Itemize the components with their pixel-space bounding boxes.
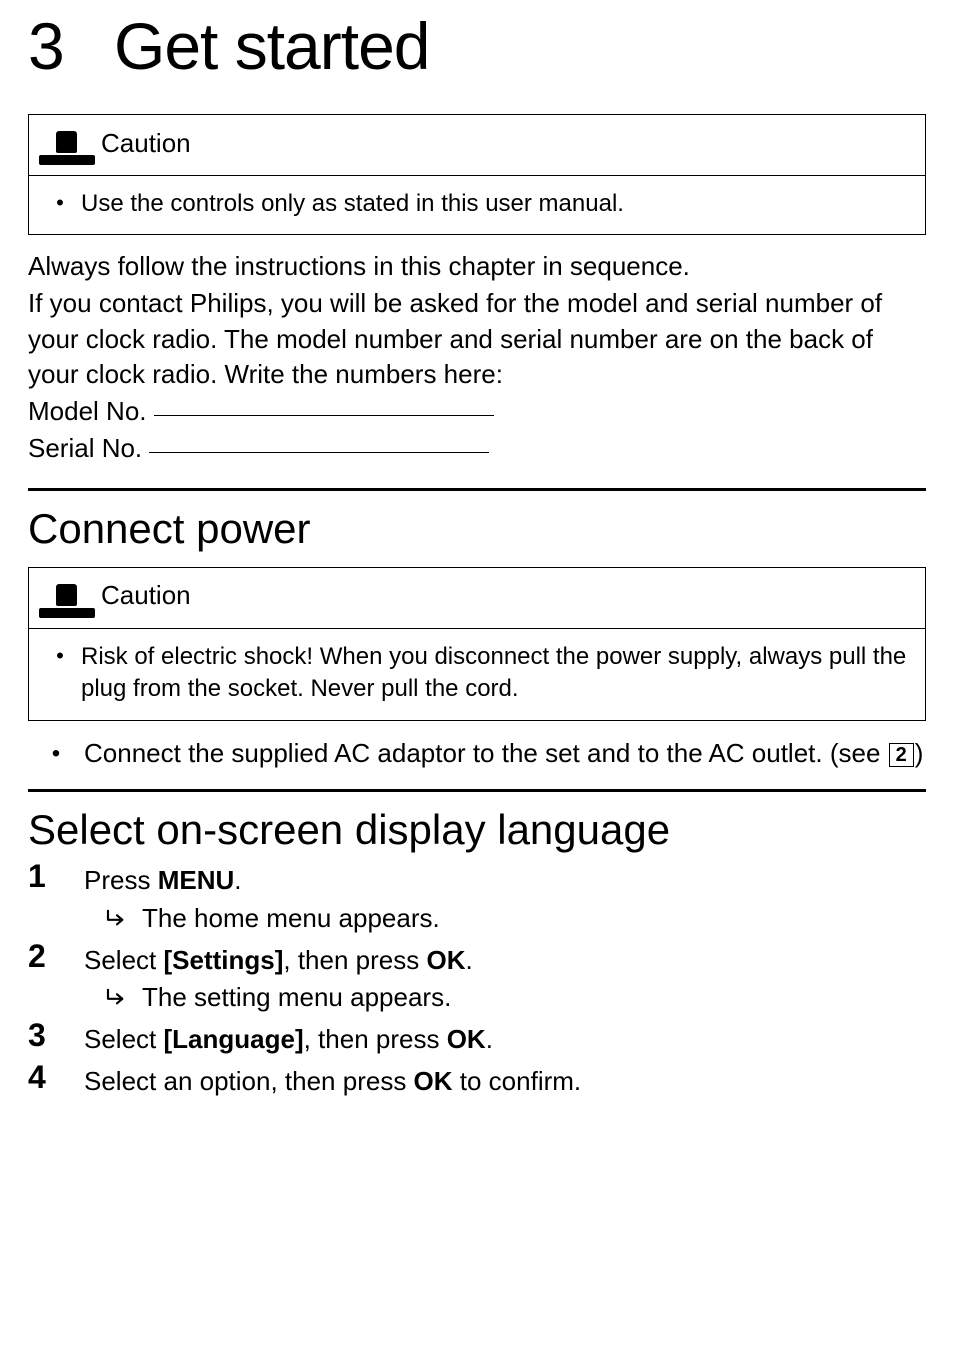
step-number: 1 [28, 858, 84, 895]
step-list: • Connect the supplied AC adaptor to the… [28, 735, 926, 771]
intro-paragraph: Always follow the instructions in this c… [28, 249, 926, 284]
caution-header: Caution [29, 115, 925, 176]
chapter-heading: 3Get started [28, 8, 926, 84]
step-content: Select [Language], then press OK. [84, 1017, 926, 1059]
intro-paragraph: If you contact Philips, you will be aske… [28, 286, 926, 391]
section-heading-connect-power: Connect power [28, 505, 926, 553]
step-item: 4 Select an option, then press OK to con… [28, 1059, 926, 1101]
step-content: Select an option, then press OK to confi… [84, 1059, 926, 1101]
numbered-steps: 1 Press MENU. The home menu appears. 2 S… [28, 858, 926, 1100]
model-label: Model No. [28, 396, 154, 426]
step-content: Select [Settings], then press OK. The se… [84, 938, 926, 1017]
chapter-number: 3 [28, 8, 114, 84]
ok-button-label: OK [447, 1024, 486, 1054]
step-number: 3 [28, 1017, 84, 1054]
model-number-line: Model No. [28, 394, 926, 429]
result-arrow-icon [106, 979, 142, 1017]
caution-label: Caution [101, 580, 191, 611]
step-result: The home menu appears. [84, 900, 926, 938]
caution-header: Caution [29, 568, 925, 629]
caution-text: Risk of electric shock! When you disconn… [77, 641, 911, 706]
document-page: 3Get started Caution • Use the controls … [0, 8, 954, 1140]
bullet-icon: • [43, 188, 77, 218]
bullet-icon: • [43, 641, 77, 671]
blank-underline [154, 415, 494, 416]
caution-text: Use the controls only as stated in this … [77, 188, 911, 220]
serial-label: Serial No. [28, 433, 149, 463]
caution-label: Caution [101, 128, 191, 159]
blank-underline [149, 452, 489, 453]
step-item: 3 Select [Language], then press OK. [28, 1017, 926, 1059]
figure-reference-box: 2 [889, 743, 914, 767]
caution-body: • Risk of electric shock! When you disco… [29, 629, 925, 720]
caution-icon [39, 121, 95, 165]
caution-box: Caution • Risk of electric shock! When y… [28, 567, 926, 721]
bullet-icon: • [28, 735, 84, 771]
step-item: 1 Press MENU. The home menu appears. [28, 858, 926, 937]
caution-box: Caution • Use the controls only as state… [28, 114, 926, 235]
ok-button-label: OK [414, 1066, 453, 1096]
section-divider [28, 488, 926, 491]
caution-body: • Use the controls only as stated in thi… [29, 176, 925, 234]
menu-button-label: MENU [158, 865, 235, 895]
step-text: Connect the supplied AC adaptor to the s… [84, 735, 926, 771]
step-result: The setting menu appears. [84, 979, 926, 1017]
caution-icon [39, 574, 95, 618]
intro-block: Always follow the instructions in this c… [28, 249, 926, 466]
language-menu-label: [Language] [164, 1024, 304, 1054]
chapter-title-text: Get started [114, 9, 430, 83]
step-content: Press MENU. The home menu appears. [84, 858, 926, 937]
result-arrow-icon [106, 900, 142, 938]
step-item: 2 Select [Settings], then press OK. The … [28, 938, 926, 1017]
serial-number-line: Serial No. [28, 431, 926, 466]
step-number: 2 [28, 938, 84, 975]
ok-button-label: OK [426, 945, 465, 975]
settings-menu-label: [Settings] [164, 945, 284, 975]
section-divider [28, 789, 926, 792]
section-heading-select-language: Select on-screen display language [28, 806, 926, 854]
step-number: 4 [28, 1059, 84, 1096]
